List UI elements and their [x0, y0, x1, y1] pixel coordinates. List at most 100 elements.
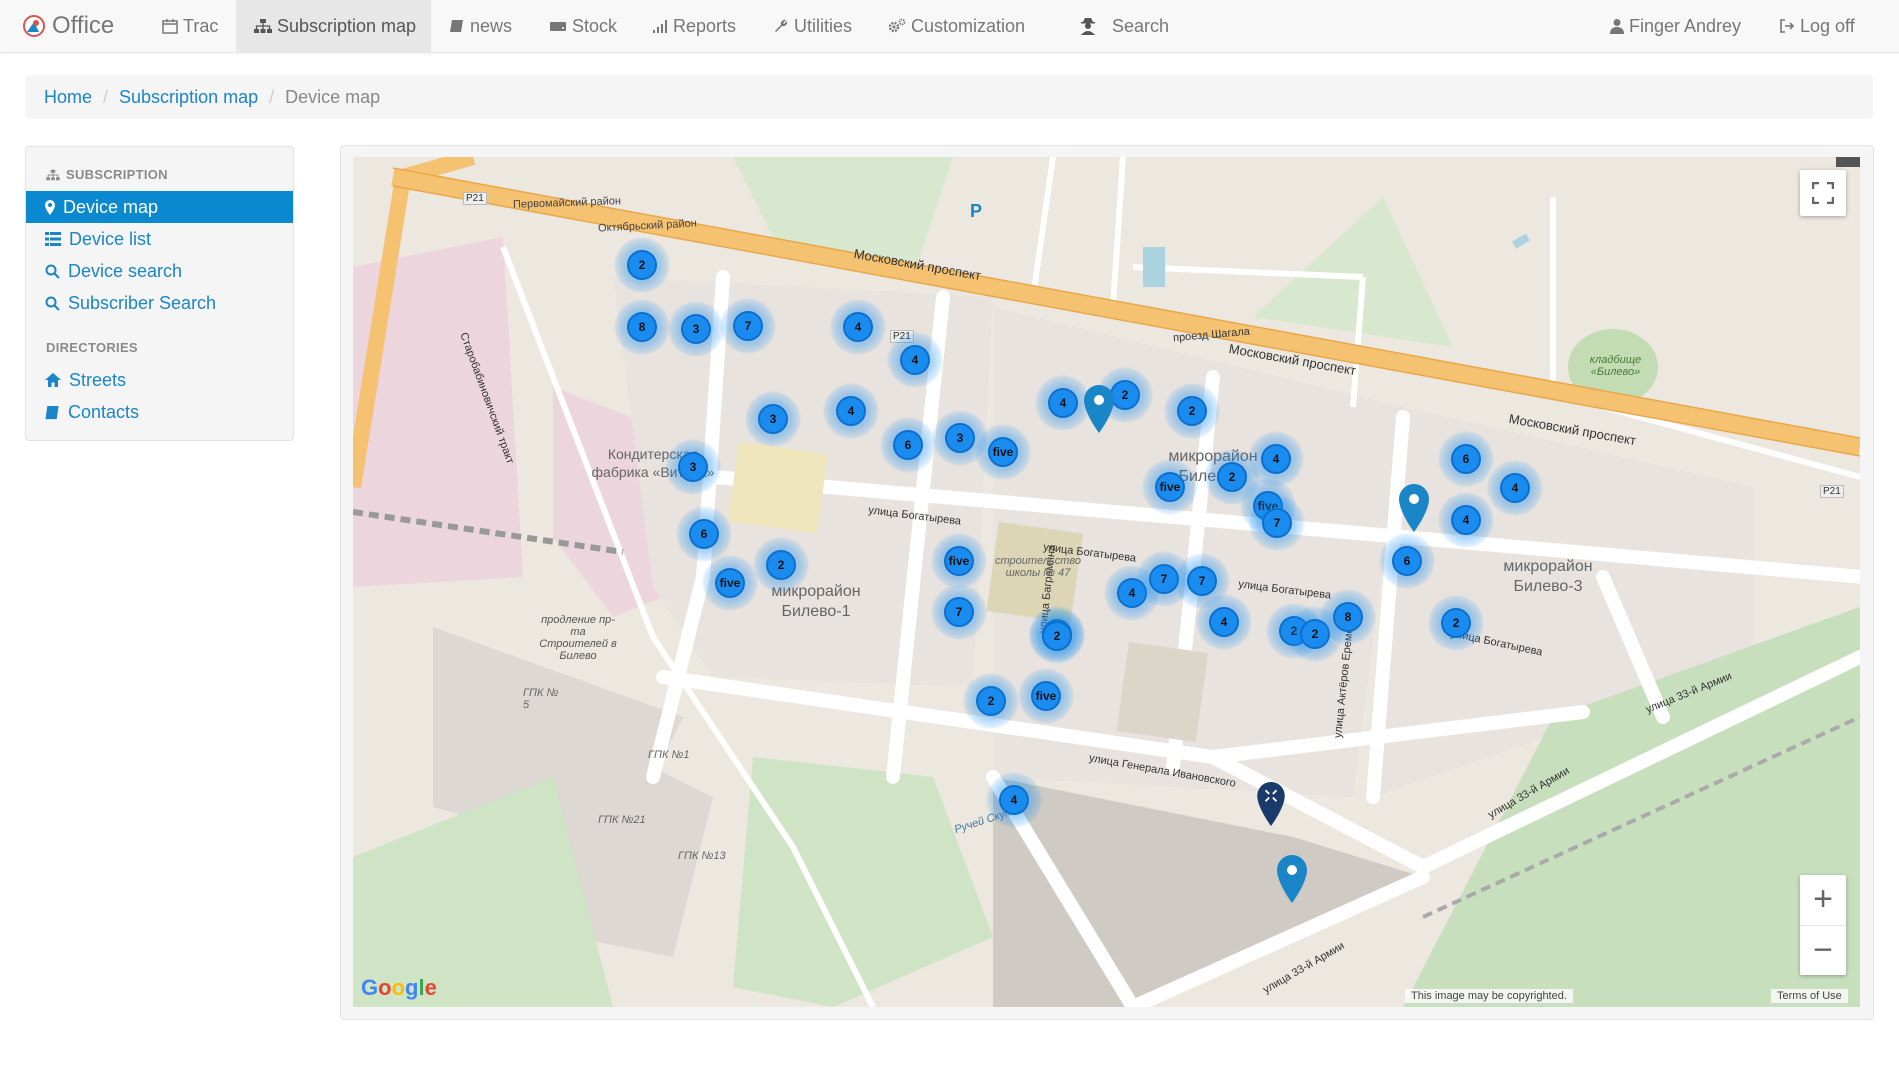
sitemap-icon [46, 169, 60, 180]
cluster-count: 4 [843, 312, 873, 342]
sidebar-item-device-search[interactable]: Device search [26, 255, 293, 287]
cluster-marker[interactable]: 4 [828, 297, 888, 357]
cluster-count: 2 [1110, 380, 1140, 410]
nav-user-label: Finger Andrey [1629, 15, 1742, 36]
nav-customization-label: Customization [911, 15, 1026, 36]
nav-trac-label: Trac [183, 15, 219, 36]
cluster-marker[interactable]: 4 [821, 381, 881, 441]
sidebar-item-device-map[interactable]: Device map [26, 191, 293, 223]
terms-of-use-link[interactable]: Terms of Use [1771, 989, 1848, 1003]
nav-search[interactable]: Search [1078, 0, 1169, 52]
nav-news[interactable]: news [450, 0, 512, 52]
cluster-count: 6 [1392, 546, 1422, 576]
google-logo[interactable]: Google [361, 975, 437, 1001]
cluster-count: 2 [1177, 396, 1207, 426]
sidebar-item-label: Device search [68, 260, 183, 281]
map-pin-icon[interactable] [1084, 385, 1114, 433]
office-logo-icon [23, 15, 45, 37]
cluster-marker[interactable]: five [973, 422, 1033, 482]
cluster-marker[interactable]: 2 [1162, 381, 1222, 441]
cluster-marker[interactable]: 2 [1426, 593, 1486, 653]
cluster-count: five [944, 546, 974, 576]
cluster-marker[interactable]: 7 [929, 582, 989, 642]
cluster-count: five [1031, 681, 1061, 711]
cluster-marker[interactable]: 8 [612, 297, 672, 357]
nav-logout[interactable]: Log off [1779, 0, 1855, 52]
book-icon [450, 20, 463, 32]
map-copyright: This image may be copyrighted. [1405, 989, 1573, 1003]
breadcrumb-home[interactable]: Home [44, 87, 92, 108]
top-navbar: Office Trac Subscription map news Stock … [0, 0, 1899, 53]
map-label: ГПК № 5 [523, 687, 559, 711]
nav-reports[interactable]: Reports [652, 0, 736, 52]
nav-utilities[interactable]: Utilities [773, 0, 852, 52]
cluster-marker[interactable]: five [1140, 457, 1200, 517]
sidebar-header-subscription: SUBSCRIPTION [46, 167, 168, 182]
zoom-out-button[interactable]: − [1800, 926, 1846, 976]
cluster-count: 2 [1441, 608, 1471, 638]
map-label: ГПК №21 [598, 814, 646, 826]
map-label: кладбище «Билево» [1589, 354, 1642, 378]
cluster-marker[interactable]: five [1016, 666, 1076, 726]
cluster-marker[interactable]: 2 [612, 235, 672, 295]
nav-subscription-map[interactable]: Subscription map [236, 0, 431, 52]
cluster-marker[interactable]: 8 [1318, 587, 1378, 647]
cluster-marker[interactable]: 3 [743, 389, 803, 449]
map-label: продление пр-та Строителей в Билево [539, 614, 617, 662]
cluster-count: five [715, 568, 745, 598]
brand[interactable]: Office [22, 0, 114, 52]
map-pin-icon[interactable] [1277, 855, 1307, 903]
map-label: строительство школы № 47 [994, 555, 1082, 579]
map-label: микрорайон Билево-3 [1503, 558, 1593, 595]
cluster-marker[interactable]: 2 [1027, 606, 1087, 666]
breadcrumb-subscription-map[interactable]: Subscription map [119, 87, 258, 108]
cluster-marker[interactable]: 4 [1436, 490, 1496, 550]
signal-icon [653, 20, 667, 33]
cluster-marker[interactable]: 3 [666, 299, 726, 359]
nav-news-label: news [470, 15, 513, 36]
nav-customization[interactable]: Customization [888, 0, 1025, 52]
map-pin-icon[interactable] [1399, 484, 1429, 532]
nav-reports-label: Reports [673, 15, 737, 36]
cluster-count: 8 [1333, 602, 1363, 632]
cluster-marker[interactable]: 4 [984, 770, 1044, 830]
user-secret-icon [1081, 18, 1095, 35]
cluster-marker[interactable]: 2 [961, 671, 1021, 731]
breadcrumb-current: Device map [285, 86, 381, 107]
cluster-marker[interactable]: 4 [1194, 592, 1254, 652]
map-collapse-pin-icon[interactable] [1257, 782, 1285, 826]
cluster-marker[interactable]: 4 [885, 330, 945, 390]
cluster-marker[interactable]: 6 [878, 415, 938, 475]
google-logo-letter: o [378, 975, 392, 1000]
cluster-marker[interactable]: 6 [1377, 531, 1437, 591]
sidebar-item-subscriber-search[interactable]: Subscriber Search [26, 287, 293, 319]
cluster-marker[interactable]: 7 [718, 296, 778, 356]
nav-stock[interactable]: Stock [549, 0, 617, 52]
zoom-in-button[interactable]: + [1800, 875, 1846, 926]
nav-trac[interactable]: Trac [162, 0, 218, 52]
cluster-marker[interactable]: 3 [663, 437, 723, 497]
cluster-count: 6 [1451, 444, 1481, 474]
book-icon [45, 405, 59, 419]
nav-user[interactable]: Finger Andrey [1610, 0, 1741, 52]
sidebar-item-device-list[interactable]: Device list [26, 223, 293, 255]
fullscreen-button[interactable] [1800, 170, 1846, 216]
fullscreen-icon [1812, 182, 1834, 204]
cluster-marker[interactable]: 2 [751, 535, 811, 595]
map-marker-icon [45, 199, 55, 215]
google-map[interactable]: Первомайский район Октябрьский район P21… [353, 157, 1860, 1007]
brand-name: Office [52, 12, 115, 39]
cluster-count: 6 [689, 519, 719, 549]
cluster-count: 4 [1451, 505, 1481, 535]
nav-stock-label: Stock [572, 15, 618, 36]
cluster-count: 3 [758, 404, 788, 434]
sidebar-item-contacts[interactable]: Contacts [26, 396, 293, 428]
cluster-count: 7 [1262, 508, 1292, 538]
map-label: ГПК №1 [648, 749, 690, 761]
cluster-count: 4 [1048, 388, 1078, 418]
map-parking-icon: P [970, 201, 983, 221]
sidebar: SUBSCRIPTION Device map Device list Devi… [25, 146, 294, 441]
cogs-icon [888, 18, 906, 33]
sidebar-item-streets[interactable]: Streets [26, 364, 293, 396]
cluster-marker[interactable]: 7 [1247, 493, 1307, 553]
